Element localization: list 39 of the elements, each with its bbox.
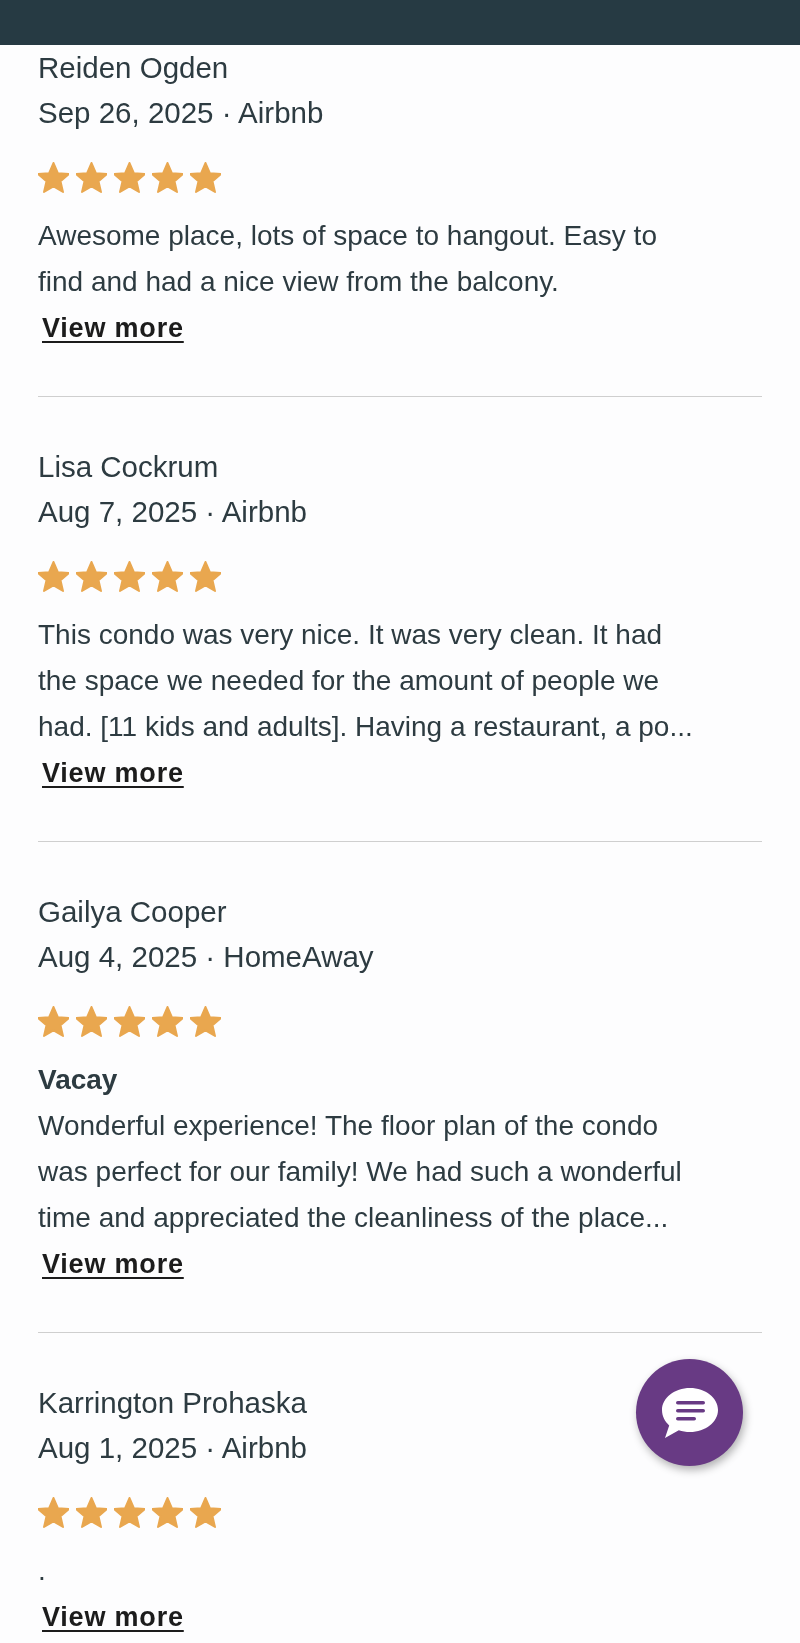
star-icon [190,1497,221,1528]
review-title: Vacay [38,1063,118,1097]
star-icon [76,1497,107,1528]
star-icon [190,1006,221,1037]
review-date-source: Sep 26, 2025 · Airbnb [38,95,324,131]
view-more-link[interactable]: View more [42,750,184,796]
star-icon [38,561,69,592]
review-date-source: Aug 4, 2025 · HomeAway [38,939,374,975]
star-icon [38,1006,69,1037]
star-icon [114,162,145,193]
chat-button[interactable] [636,1359,743,1466]
review-date-source: Aug 1, 2025 · Airbnb [38,1430,307,1466]
view-more-link[interactable]: View more [42,1241,184,1287]
star-icon [152,1006,183,1037]
star-icon [190,162,221,193]
star-icon [152,561,183,592]
star-icon [76,561,107,592]
reviewer-name: Reiden Ogden [38,50,229,86]
star-icon [114,1006,145,1037]
review-date-source: Aug 7, 2025 · Airbnb [38,494,307,530]
reviewer-name: Gailya Cooper [38,894,227,930]
star-icon [152,162,183,193]
reviewer-name: Karrington Prohaska [38,1385,307,1421]
view-more-link[interactable]: View more [42,305,184,351]
star-icon [38,162,69,193]
chat-icon [660,1385,719,1440]
star-icon [114,561,145,592]
view-more-link[interactable]: View more [42,1594,184,1640]
star-icon [38,1497,69,1528]
star-icon [76,162,107,193]
star-icon [152,1497,183,1528]
review-text: Wonderful experience! The floor plan of the condo was perfect for our family! We had such a wonderful time and appreciated the cleanliness of the place... [38,1109,682,1235]
star-icon [114,1497,145,1528]
review-text: This condo was very nice. It was very clean. It had the space we needed for the amount of people we had. [11 kids and adults]. Having a restaurant, a po... [38,618,693,744]
review-text: Awesome place, lots of space to hangout. Easy to find and had a nice view from the balcony. [38,219,657,299]
star-icon [190,561,221,592]
reviewer-name: Lisa Cockrum [38,449,219,485]
star-icon [76,1006,107,1037]
review-text: . [38,1554,46,1588]
